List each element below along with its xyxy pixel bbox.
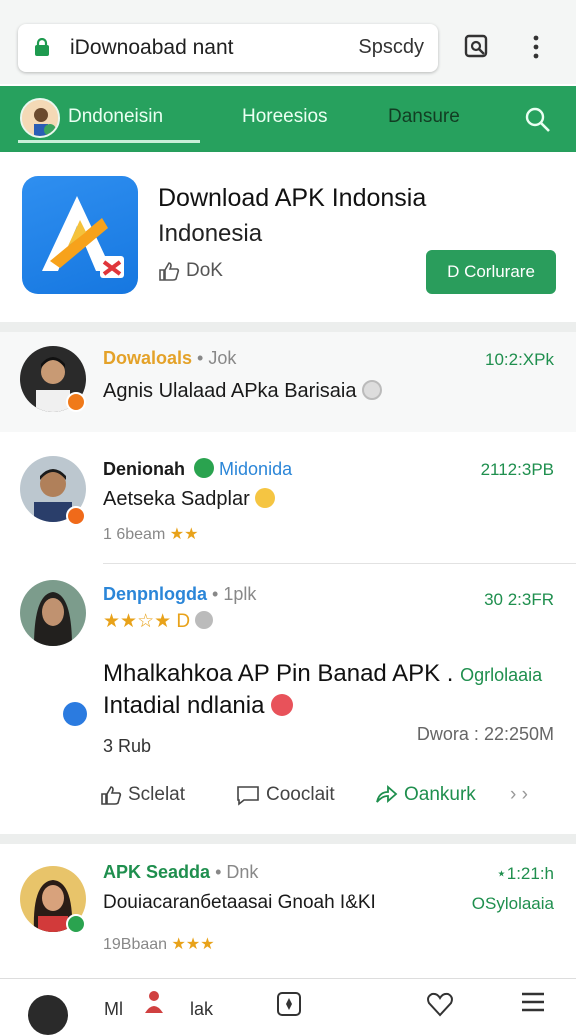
more-arrows-icon[interactable]: › › xyxy=(510,784,528,806)
clock-icon xyxy=(195,611,214,629)
tab-bar: Dndoneisin Horeesios Dansure xyxy=(0,86,576,152)
reaction-badge-icon xyxy=(66,914,86,934)
post-actions: Sclelat Cooclait Oankurk › › xyxy=(100,784,570,816)
share-icon xyxy=(376,785,398,803)
lock-icon xyxy=(35,38,49,56)
reaction-badge-icon xyxy=(66,392,86,412)
post-rating: 19Bbaan ★★★ xyxy=(103,936,215,953)
thumbs-up-icon xyxy=(159,262,180,281)
post-time: 2112:3PB xyxy=(480,460,554,479)
url-suffix: Spscdy xyxy=(358,36,424,58)
avatar-icon[interactable] xyxy=(20,98,60,138)
post-item[interactable]: APK Seadda • Dnk ⋆1:21:h Douiacaranбetaa… xyxy=(0,844,576,978)
tab-dansure[interactable]: Dansure xyxy=(388,106,460,128)
compass-icon[interactable] xyxy=(276,991,302,1017)
post-time: ⋆1:21:h xyxy=(496,864,554,883)
search-icon[interactable] xyxy=(524,106,552,134)
post-time: 30 2:3FR xyxy=(484,590,554,609)
smile-emoji-icon xyxy=(255,488,276,508)
post-author: Dowaloals • Jok xyxy=(103,348,237,368)
app-like-count: DoK xyxy=(186,260,223,281)
thumbs-up-icon xyxy=(101,786,122,805)
status-strip xyxy=(0,0,576,14)
post-item[interactable]: Dowaloals • Jok 10:2:XPk Agnis Ulalaad A… xyxy=(0,332,576,432)
avatar xyxy=(20,580,86,646)
browser-toolbar: iDownoabad nant Spscdy xyxy=(0,14,576,84)
nav-left-label[interactable]: Ml xyxy=(104,999,123,1020)
post-right-meta: Dwora : 22:250M xyxy=(416,724,554,744)
post-subline: Intadial ndlania xyxy=(103,692,294,720)
post-count: 3 Rub xyxy=(103,736,152,756)
post-rating: ★★☆★ D xyxy=(103,610,214,633)
app-logo-icon xyxy=(22,176,138,294)
heart-icon[interactable] xyxy=(426,991,454,1017)
address-bar[interactable]: iDownoabad nant Spscdy xyxy=(18,24,438,72)
emoji-icon xyxy=(362,380,383,400)
comment-button[interactable]: Cooclait xyxy=(236,784,335,806)
post-headline: Mhalkahkoa AP Pin Banad APK . Ogrlolaaia xyxy=(103,660,543,687)
app-subtitle: Indonesia xyxy=(158,220,263,247)
comment-icon xyxy=(237,786,259,806)
tab-horeesios[interactable]: Horeesios xyxy=(242,106,328,128)
app-title: Download APK Indonsia xyxy=(158,184,427,212)
person-icon[interactable] xyxy=(144,989,164,1015)
menu-icon[interactable] xyxy=(520,991,546,1015)
tab-active-indicator xyxy=(18,140,200,143)
more-vert-icon[interactable] xyxy=(522,32,552,62)
face-emoji-icon xyxy=(271,694,294,716)
install-button[interactable]: D Corlurare xyxy=(426,250,556,294)
divider xyxy=(103,563,576,564)
post-author: APK Seadda • Dnk xyxy=(103,862,259,882)
app-card: Download APK Indonsia Indonesia DoK D Co… xyxy=(0,152,576,322)
profile-avatar-icon[interactable] xyxy=(28,995,68,1035)
app-like[interactable]: DoK xyxy=(158,260,223,282)
post-author: Denpnlogda • 1plk xyxy=(103,584,257,604)
post-body: Douiacaranбetaasai Gnoah I&KI xyxy=(103,892,376,913)
post-body: Agnis Ulalaad APka Barisaia xyxy=(103,380,383,403)
verified-icon xyxy=(194,458,215,478)
search-tab-icon[interactable] xyxy=(462,32,492,62)
nav-mid-label[interactable]: lak xyxy=(190,999,213,1020)
share-badge-icon xyxy=(63,702,87,726)
tab-dndoneisin[interactable]: Dndoneisin xyxy=(68,106,163,128)
reaction-badge-icon xyxy=(66,506,86,526)
select-button[interactable]: Sclelat xyxy=(100,784,185,806)
section-divider xyxy=(0,322,576,332)
post-time: 10:2:XPk xyxy=(485,350,554,369)
post-body: Aetseka Sadplar xyxy=(103,488,276,511)
post-tag: OSylolaaia xyxy=(471,894,554,913)
post-author: Denionah Midonida xyxy=(103,458,293,479)
post-rating: 1 6beam ★★ xyxy=(103,526,199,543)
bottom-nav: Ml lak xyxy=(0,978,576,1035)
post-item[interactable]: Denionah Midonida 2112:3PB Aetseka Sadpl… xyxy=(0,434,576,564)
section-divider xyxy=(0,834,576,844)
url-text: iDownoabad nant xyxy=(70,36,234,59)
share-button[interactable]: Oankurk xyxy=(374,784,476,806)
